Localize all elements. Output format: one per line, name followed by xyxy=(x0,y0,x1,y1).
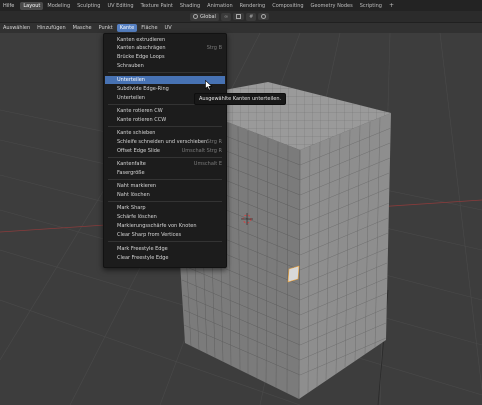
menu-item-label: Kante rotieren CCW xyxy=(117,117,167,123)
tab-texture-paint[interactable]: Texture Paint xyxy=(138,2,176,10)
transform-tools: Global ∞ # xyxy=(190,12,271,21)
menu-item-shortcut: Strg B xyxy=(206,45,222,51)
tab-scripting[interactable]: Scripting xyxy=(357,2,385,10)
menu-item-label: Schärfe löschen xyxy=(117,214,157,220)
menu-item-label: Markierungsschärfe von Knoten xyxy=(117,223,197,229)
menu-mesh[interactable]: Masche xyxy=(70,24,95,32)
menu-item-clear-sharp[interactable]: Schärfe löschen xyxy=(105,213,225,221)
menu-item-label: Kante schieben xyxy=(117,130,156,136)
tab-sculpting[interactable]: Sculpting xyxy=(74,2,103,10)
menu-item-mark-sharp-vertices[interactable]: Markierungsschärfe von Knoten xyxy=(105,222,225,230)
menu-item-label: Schrauben xyxy=(117,63,144,69)
menu-item-label: Subdivide Edge-Ring xyxy=(117,86,169,92)
menu-separator xyxy=(108,179,222,180)
menu-item-screw[interactable]: Schrauben xyxy=(105,62,225,70)
edge-menu-dropdown: Kanten extrudieren Kanten abschrägen Strg… xyxy=(103,33,227,268)
magnet-icon xyxy=(236,14,242,19)
menu-item-edge-slide[interactable]: Kante schieben xyxy=(105,129,225,137)
tab-uv-editing[interactable]: UV Editing xyxy=(104,2,136,10)
menu-vertex[interactable]: Punkt xyxy=(96,24,116,32)
tab-modeling[interactable]: Modeling xyxy=(44,2,73,10)
menu-item-label: Naht markieren xyxy=(117,183,157,189)
menu-edge[interactable]: Kante xyxy=(116,24,138,32)
menu-item-label: Clear Sharp from Vertices xyxy=(117,232,182,238)
menu-item-label: Unterteilen xyxy=(117,77,145,83)
tooltip: Ausgewählte Kanten unterteilen. xyxy=(194,93,287,105)
editor-menu-bar: Auswählen Hinzufügen Masche Punkt Kante … xyxy=(0,23,482,33)
help-menu[interactable]: Hilfe xyxy=(0,3,20,9)
menu-item-label: Offset Edge Slide xyxy=(117,148,160,154)
snap-target-dropdown[interactable]: # xyxy=(246,12,257,21)
menu-item-rotate-ccw[interactable]: Kante rotieren CCW xyxy=(105,116,225,124)
menu-item-clear-sharp-vertices[interactable]: Clear Sharp from Vertices xyxy=(105,231,225,239)
menu-uv[interactable]: UV xyxy=(162,24,175,32)
menu-separator xyxy=(108,157,222,158)
mouse-pointer-icon xyxy=(205,80,213,91)
proportional-icon xyxy=(261,14,267,19)
menu-item-shortcut: Umschalt Strg R xyxy=(181,148,222,154)
menu-item-offset-edge-slide[interactable]: Offset Edge Slide Umschalt Strg R xyxy=(105,147,225,155)
workspace-bar: Hilfe Layout Modeling Sculpting UV Editi… xyxy=(0,0,482,11)
menu-item-bridge-edge-loops[interactable]: Brücke Edge Loops xyxy=(105,53,225,61)
menu-separator xyxy=(108,126,222,127)
menu-separator xyxy=(108,201,222,202)
menu-item-mark-seam[interactable]: Naht markieren xyxy=(105,182,225,190)
menu-item-clear-freestyle-edge[interactable]: Clear Freestyle Edge xyxy=(105,254,225,262)
tab-geometry-nodes[interactable]: Geometry Nodes xyxy=(308,2,356,10)
tab-compositing[interactable]: Compositing xyxy=(269,2,306,10)
menu-add[interactable]: Hinzufügen xyxy=(34,24,68,32)
viewport-scene xyxy=(0,33,482,405)
menu-item-edge-crease[interactable]: Kantenfalte Umschalt E xyxy=(105,160,225,168)
menu-item-shortcut: Strg R xyxy=(206,139,222,145)
grid-icon: # xyxy=(249,13,254,20)
menu-item-label: Kanten extrudieren xyxy=(117,37,166,43)
proportional-edit-toggle[interactable] xyxy=(258,13,270,20)
menu-item-label: Unterteilen xyxy=(117,95,145,101)
menu-item-label: Kanten abschrägen xyxy=(117,45,166,51)
menu-separator xyxy=(108,72,222,73)
menu-item-rotate-cw[interactable]: Kante rotieren CW xyxy=(105,107,225,115)
menu-item-label: Schleife schneiden und verschieben xyxy=(117,139,208,145)
tab-rendering[interactable]: Rendering xyxy=(237,2,269,10)
menu-item-loop-cut-slide[interactable]: Schleife schneiden und verschieben Strg R xyxy=(105,138,225,146)
menu-item-bevel-edges[interactable]: Kanten abschrägen Strg B xyxy=(105,44,225,52)
menu-item-label: Fasergröße xyxy=(117,170,145,176)
viewport-header: Global ∞ # xyxy=(0,11,482,23)
menu-item-bevel-weight[interactable]: Fasergröße xyxy=(105,169,225,177)
menu-item-mark-freestyle-edge[interactable]: Mark Freestyle Edge xyxy=(105,245,225,253)
3d-viewport[interactable] xyxy=(0,33,482,405)
pivot-dropdown[interactable]: ∞ xyxy=(220,12,232,21)
tab-shading[interactable]: Shading xyxy=(177,2,203,10)
menu-item-label: Kantenfalte xyxy=(117,161,146,167)
menu-face[interactable]: Fläche xyxy=(138,24,160,32)
link-icon: ∞ xyxy=(223,13,229,20)
menu-item-label: Mark Sharp xyxy=(117,205,146,211)
menu-item-label: Brücke Edge Loops xyxy=(117,54,165,60)
menu-item-label: Kante rotieren CW xyxy=(117,108,163,114)
menu-item-mark-sharp[interactable]: Mark Sharp xyxy=(105,204,225,212)
menu-item-label: Naht löschen xyxy=(117,192,150,198)
menu-separator xyxy=(108,241,222,242)
menu-item-extrude-edges[interactable]: Kanten extrudieren xyxy=(105,36,225,44)
menu-item-label: Clear Freestyle Edge xyxy=(117,255,169,261)
globe-icon xyxy=(193,14,198,19)
add-workspace-button[interactable]: + xyxy=(386,2,397,9)
menu-item-clear-seam[interactable]: Naht löschen xyxy=(105,191,225,199)
tab-layout[interactable]: Layout xyxy=(20,1,44,10)
orientation-label: Global xyxy=(200,13,216,20)
tab-animation[interactable]: Animation xyxy=(204,2,236,10)
orientation-dropdown[interactable]: Global xyxy=(190,12,219,21)
menu-select[interactable]: Auswählen xyxy=(0,24,33,32)
menu-item-label: Mark Freestyle Edge xyxy=(117,246,168,252)
menu-item-shortcut: Umschalt E xyxy=(193,161,222,167)
snap-toggle[interactable] xyxy=(233,13,245,20)
